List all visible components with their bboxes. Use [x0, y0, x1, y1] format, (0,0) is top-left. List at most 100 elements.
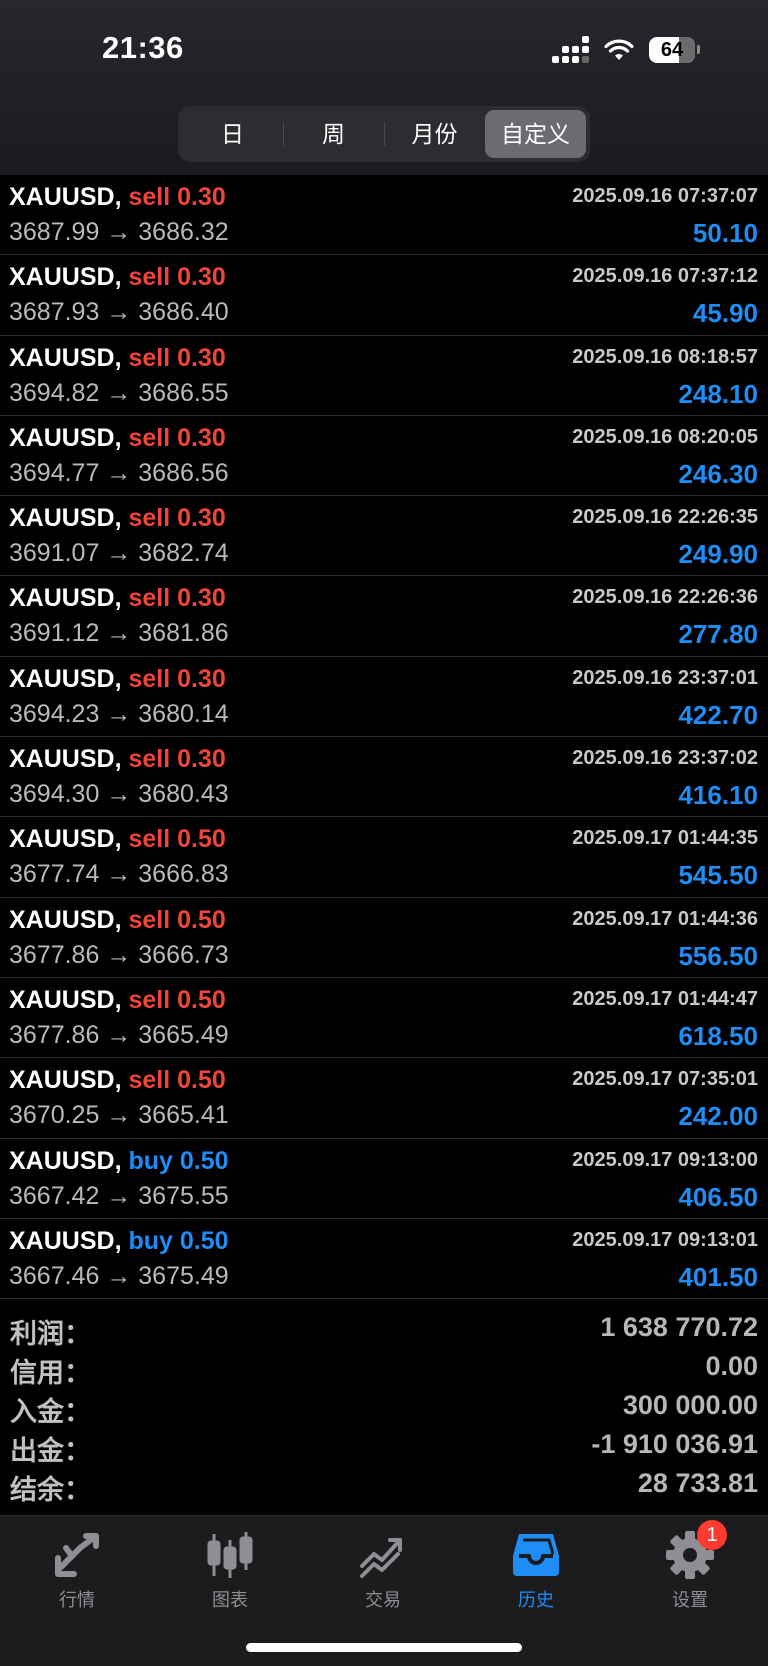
deal-row[interactable]: XAUUSD, sell 0.30 2025.09.16 07:37:12 3687…	[0, 255, 768, 336]
deal-datetime: 2025.09.16 08:20:05	[572, 425, 758, 448]
deal-volume: 0.30	[177, 745, 226, 774]
deal-symbol: XAUUSD, sell 0.30	[9, 344, 226, 373]
deal-symbol: XAUUSD, sell 0.30	[9, 263, 226, 292]
deal-side-label: buy	[128, 1146, 173, 1175]
deal-prices: 3667.46 → 3675.49	[9, 1261, 229, 1290]
deal-profit: 422.70	[678, 699, 758, 730]
deal-row[interactable]: XAUUSD, sell 0.30 2025.09.16 22:26:36 3691…	[0, 576, 768, 657]
deal-profit: 277.80	[678, 619, 758, 650]
deal-symbol-name: XAUUSD,	[9, 584, 122, 613]
deal-volume: 0.30	[177, 183, 226, 211]
deal-profit: 401.50	[678, 1261, 758, 1292]
deal-row[interactable]: XAUUSD, buy 0.50 2025.09.17 09:13:01 3667.…	[0, 1219, 768, 1300]
deal-side: sell 0.30	[128, 424, 225, 452]
deal-volume: 0.50	[177, 905, 226, 934]
battery-icon: 64	[649, 36, 700, 63]
quotes-icon	[52, 1530, 102, 1580]
deal-volume: 0.30	[177, 343, 226, 372]
deal-volume: 0.30	[177, 263, 226, 292]
deal-side-label: sell	[128, 183, 171, 211]
segment-week[interactable]: 周	[283, 110, 384, 158]
deal-side: sell 0.30	[128, 183, 225, 211]
segment-month[interactable]: 月份	[384, 110, 485, 158]
tab-history[interactable]: 历史	[481, 1530, 591, 1612]
tab-chart-label: 图表	[212, 1590, 248, 1610]
deal-side: sell 0.30	[128, 745, 225, 773]
deal-volume: 0.50	[177, 985, 226, 1014]
deal-side: sell 0.30	[128, 504, 225, 532]
summary-row: 入金： 300 000.00	[0, 1390, 768, 1429]
deal-datetime: 2025.09.17 09:13:01	[572, 1228, 758, 1251]
home-indicator	[246, 1643, 522, 1652]
trade-icon	[358, 1530, 408, 1580]
segment-custom[interactable]: 自定义	[485, 110, 586, 158]
deal-datetime: 2025.09.16 22:26:36	[572, 586, 758, 609]
deal-row[interactable]: XAUUSD, sell 0.50 2025.09.17 01:44:47 3677…	[0, 978, 768, 1059]
deal-row[interactable]: XAUUSD, sell 0.30 2025.09.16 07:37:07 3687…	[0, 175, 768, 256]
deal-profit: 45.90	[692, 298, 758, 329]
chart-icon	[205, 1530, 255, 1580]
deal-datetime: 2025.09.16 23:37:02	[572, 747, 758, 770]
segment-day[interactable]: 日	[182, 110, 283, 158]
deal-datetime: 2025.09.16 08:18:57	[572, 345, 758, 368]
deal-symbol: XAUUSD, sell 0.50	[9, 986, 226, 1015]
summary-label: 出金：	[10, 1436, 91, 1466]
deal-profit: 249.90	[678, 539, 758, 570]
settings-icon: 1	[665, 1520, 727, 1580]
deal-side-label: sell	[128, 905, 171, 934]
deal-row[interactable]: XAUUSD, sell 0.30 2025.09.16 23:37:02 3694…	[0, 737, 768, 818]
deal-volume: 0.30	[177, 664, 226, 693]
deal-prices: 3677.86 → 3665.49	[9, 1020, 229, 1049]
deal-profit: 406.50	[678, 1181, 758, 1212]
tab-quotes[interactable]: 行情	[22, 1530, 132, 1612]
deal-row[interactable]: XAUUSD, sell 0.30 2025.09.16 08:20:05 3694…	[0, 416, 768, 497]
deal-prices: 3670.25 → 3665.41	[9, 1101, 229, 1130]
history-icon	[511, 1530, 561, 1580]
deal-symbol-name: XAUUSD,	[9, 905, 122, 934]
deal-row[interactable]: XAUUSD, sell 0.30 2025.09.16 23:37:01 3694…	[0, 657, 768, 738]
summary-row: 利润： 1 638 770.72	[0, 1312, 768, 1351]
deal-side-label: sell	[128, 745, 171, 774]
deal-side: sell 0.50	[128, 986, 225, 1014]
summary-label: 结余：	[10, 1475, 91, 1505]
tab-trade-label: 交易	[365, 1590, 401, 1610]
summary-value: -1 910 036.91	[591, 1429, 758, 1459]
deal-symbol-name: XAUUSD,	[9, 1066, 122, 1095]
deal-datetime: 2025.09.17 09:13:00	[572, 1148, 758, 1171]
deal-side-label: sell	[128, 504, 171, 533]
deal-row[interactable]: XAUUSD, sell 0.50 2025.09.17 01:44:35 3677…	[0, 817, 768, 898]
tab-trade[interactable]: 交易	[328, 1530, 438, 1612]
deal-side: sell 0.30	[128, 263, 225, 291]
deal-row[interactable]: XAUUSD, sell 0.30 2025.09.16 08:18:57 3694…	[0, 336, 768, 416]
deal-symbol: XAUUSD, sell 0.50	[9, 1066, 226, 1095]
deal-side-label: sell	[128, 985, 171, 1014]
tab-quotes-label: 行情	[59, 1590, 95, 1610]
deal-prices: 3667.42 → 3675.55	[9, 1181, 229, 1210]
deal-row[interactable]: XAUUSD, sell 0.50 2025.09.17 07:35:01 3670…	[0, 1058, 768, 1139]
deal-profit: 618.50	[678, 1020, 758, 1051]
deal-datetime: 2025.09.17 01:44:36	[572, 907, 758, 930]
deal-datetime: 2025.09.16 22:26:35	[572, 506, 758, 529]
deal-row[interactable]: XAUUSD, sell 0.50 2025.09.17 01:44:36 3677…	[0, 898, 768, 978]
deal-row[interactable]: XAUUSD, buy 0.50 2025.09.17 09:13:00 3667.…	[0, 1139, 768, 1219]
deal-datetime: 2025.09.16 23:37:01	[572, 666, 758, 689]
tab-chart[interactable]: 图表	[175, 1530, 285, 1612]
deal-side: sell 0.50	[128, 825, 225, 853]
summary-label: 信用：	[10, 1358, 91, 1388]
deal-prices: 3677.86 → 3666.73	[9, 940, 229, 969]
deal-side-label: sell	[128, 584, 171, 613]
tab-settings[interactable]: 1 设置	[635, 1520, 745, 1612]
deal-profit: 545.50	[678, 860, 758, 891]
deal-profit: 242.00	[678, 1101, 758, 1132]
deal-side-label: sell	[128, 423, 171, 452]
deal-prices: 3677.74 → 3666.83	[9, 860, 229, 889]
deal-symbol-name: XAUUSD,	[9, 664, 122, 693]
deal-symbol: XAUUSD, sell 0.50	[9, 825, 226, 854]
status-time: 21:36	[102, 30, 184, 65]
deal-row[interactable]: XAUUSD, sell 0.30 2025.09.16 22:26:35 3691…	[0, 496, 768, 577]
deal-side-label: sell	[128, 664, 171, 693]
summary-label: 利润：	[10, 1319, 91, 1349]
summary-panel: 利润： 1 638 770.72 信用： 0.00 入金： 300 000.00 出金： -1…	[0, 1312, 768, 1507]
deal-side: sell 0.30	[128, 584, 225, 612]
deal-prices: 3694.77 → 3686.56	[9, 458, 229, 487]
